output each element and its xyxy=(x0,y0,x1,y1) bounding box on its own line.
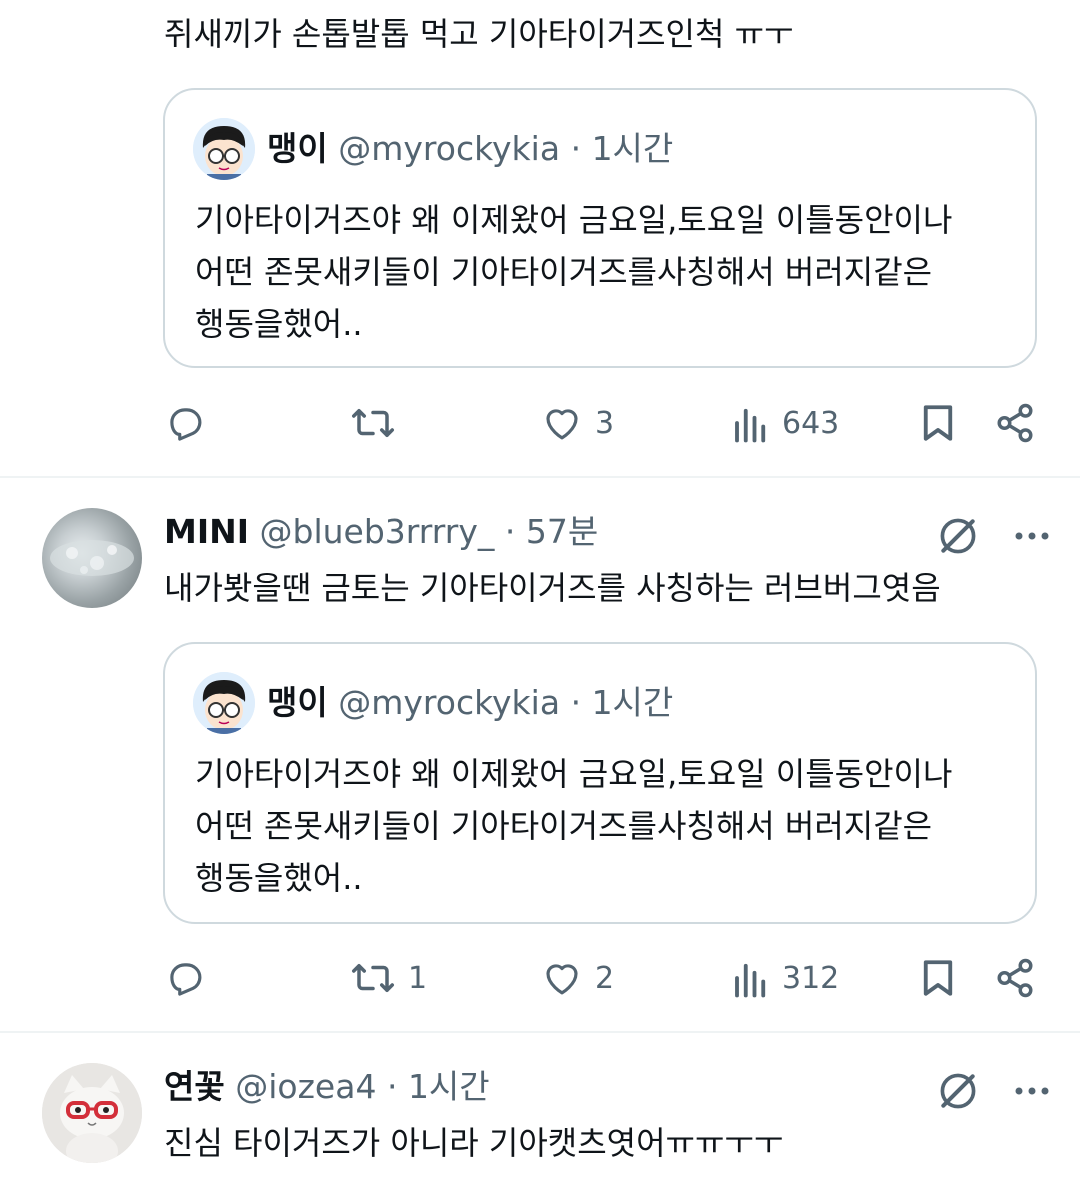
quote-author-name[interactable]: 맹이 xyxy=(267,129,328,168)
tweet-text: 내가봣을땐 금토는 기아타이거즈를 사칭하는 러브버그엿음 xyxy=(164,569,941,607)
quoted-tweet[interactable]: 맹이 @myrockykia · 1시간 기아타이거즈야 왜 이제왔어 금요일,… xyxy=(163,88,1037,368)
quote-header: 맹이 @myrockykia · 1시간 xyxy=(267,682,673,724)
bookmark-icon xyxy=(923,405,953,441)
author-name[interactable]: 연꽃 xyxy=(164,1067,225,1106)
quote-text-line: 어떤 존못새키들이 기아타이거즈를사칭해서 버러지같은 xyxy=(195,807,933,845)
author-name[interactable]: MINI xyxy=(164,512,249,551)
reply-icon xyxy=(170,963,202,996)
avatar[interactable] xyxy=(42,1063,142,1163)
views-icon xyxy=(735,963,766,998)
share-icon xyxy=(997,958,1033,998)
more-icon[interactable] xyxy=(1014,1086,1050,1096)
quote-text-line: 행동을했어.. xyxy=(195,305,363,343)
tweet-3[interactable]: 연꽃 @iozea4 · 1시간 진심 타이거즈가 아니라 기아캣츠엿어ㅠㅠㅜㅜ xyxy=(0,1033,1080,1178)
like-count: 3 xyxy=(595,405,615,441)
view-count: 643 xyxy=(782,405,840,441)
author-handle[interactable]: @iozea4 xyxy=(235,1067,376,1106)
repost-count: 1 xyxy=(408,960,428,996)
author-handle[interactable]: @blueb3rrrry_ xyxy=(260,512,495,551)
reply-button[interactable] xyxy=(164,948,218,1008)
separator-dot: · xyxy=(570,129,582,168)
views-button[interactable]: 312 xyxy=(732,948,839,1008)
heart-icon xyxy=(546,964,578,995)
reply-button[interactable] xyxy=(164,393,218,453)
quote-author-name[interactable]: 맹이 xyxy=(267,683,328,722)
tweet-top-actions xyxy=(936,1069,1050,1113)
quote-timestamp[interactable]: 1시간 xyxy=(592,129,674,168)
view-count: 312 xyxy=(782,960,840,996)
repost-icon xyxy=(352,964,394,992)
tweet-text: 진심 타이거즈가 아니라 기아캣츠엿어ㅠㅠㅜㅜ xyxy=(164,1124,784,1162)
separator-dot: · xyxy=(504,512,516,551)
repost-button[interactable] xyxy=(350,393,408,453)
grok-icon[interactable] xyxy=(936,1069,980,1113)
tweet-top-actions xyxy=(936,514,1050,558)
bookmark-icon xyxy=(923,960,953,996)
quote-header: 맹이 @myrockykia · 1시간 xyxy=(267,128,673,170)
like-button[interactable]: 2 xyxy=(541,948,614,1008)
tweet-text: 쥐새끼가 손톱발톱 먹고 기아타이거즈인척 ㅠㅜ xyxy=(164,15,794,53)
action-bar: 1 2 312 xyxy=(0,948,1080,1008)
like-count: 2 xyxy=(595,960,615,996)
quote-text: 기아타이거즈야 왜 이제왔어 금요일,토요일 이틀동안이나 어떤 존못새키들이 … xyxy=(195,194,952,350)
quote-author-handle[interactable]: @myrockykia xyxy=(338,683,560,722)
views-button[interactable]: 643 xyxy=(732,393,839,453)
quote-text-line: 행동을했어.. xyxy=(195,859,363,897)
separator-dot: · xyxy=(386,1067,398,1106)
quote-timestamp[interactable]: 1시간 xyxy=(592,683,674,722)
tweet-header: MINI @blueb3rrrry_ · 57분 xyxy=(164,512,598,552)
tweet-1[interactable]: 쥐새끼가 손톱발톱 먹고 기아타이거즈인척 ㅠㅜ 맹이 @myrockykia … xyxy=(0,0,1080,478)
timestamp[interactable]: 57분 xyxy=(526,512,598,551)
quote-text-line: 어떤 존못새키들이 기아타이거즈를사칭해서 버러지같은 xyxy=(195,253,933,291)
quoted-tweet[interactable]: 맹이 @myrockykia · 1시간 기아타이거즈야 왜 이제왔어 금요일,… xyxy=(163,642,1037,924)
tweet-header: 연꽃 @iozea4 · 1시간 xyxy=(164,1067,490,1107)
timestamp[interactable]: 1시간 xyxy=(408,1067,490,1106)
quote-text-line: 기아타이거즈야 왜 이제왔어 금요일,토요일 이틀동안이나 xyxy=(195,755,953,793)
action-bar: 3 643 xyxy=(0,393,1080,453)
repost-icon xyxy=(352,409,394,437)
tweet-2[interactable]: MINI @blueb3rrrry_ · 57분 내가봣을땐 금토는 기아타이거… xyxy=(0,478,1080,1032)
quote-avatar[interactable] xyxy=(193,672,255,734)
quote-text-line: 기아타이거즈야 왜 이제왔어 금요일,토요일 이틀동안이나 xyxy=(195,201,953,239)
quote-author-handle[interactable]: @myrockykia xyxy=(338,129,560,168)
bookmark-button[interactable] xyxy=(918,948,958,1008)
share-button[interactable] xyxy=(994,393,1036,453)
more-icon[interactable] xyxy=(1014,531,1050,541)
quote-text: 기아타이거즈야 왜 이제왔어 금요일,토요일 이틀동안이나 어떤 존못새키들이 … xyxy=(195,748,952,904)
separator-dot: · xyxy=(570,683,582,722)
share-button[interactable] xyxy=(994,948,1036,1008)
bookmark-button[interactable] xyxy=(918,393,958,453)
grok-icon[interactable] xyxy=(936,514,980,558)
heart-icon xyxy=(546,409,578,440)
avatar[interactable] xyxy=(42,508,142,608)
share-icon xyxy=(997,403,1033,443)
like-button[interactable]: 3 xyxy=(541,393,614,453)
quote-avatar[interactable] xyxy=(193,118,255,180)
views-icon xyxy=(735,408,766,443)
reply-icon xyxy=(170,408,202,441)
repost-button[interactable]: 1 xyxy=(350,948,427,1008)
